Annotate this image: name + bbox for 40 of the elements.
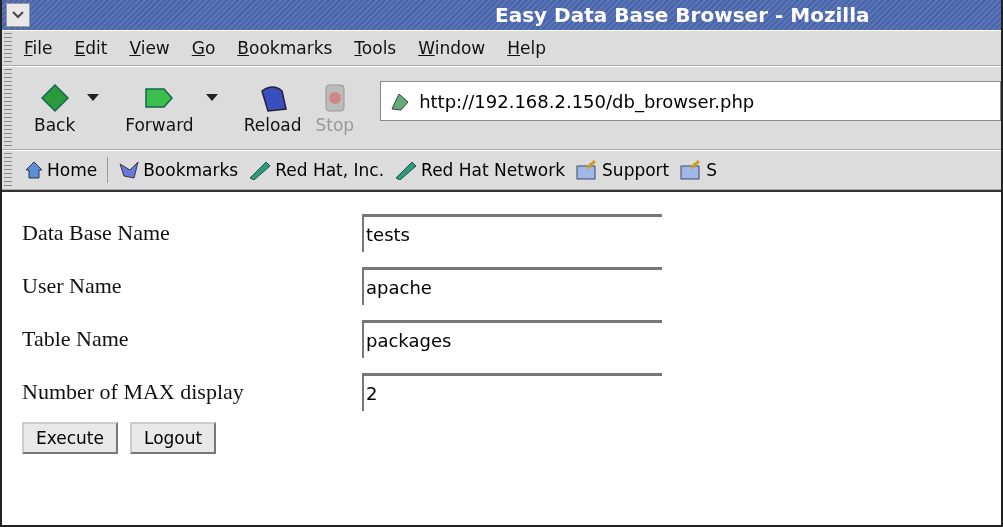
form-button[interactable]: Logout bbox=[130, 422, 217, 454]
field-label: Data Base Name bbox=[22, 219, 171, 246]
bookmark-item[interactable]: Bookmarks bbox=[118, 160, 239, 180]
menu-item[interactable]: View bbox=[129, 38, 170, 58]
toolbar-grip[interactable] bbox=[4, 69, 12, 147]
address-field[interactable]: http://192.168.2.150/db_browser.php bbox=[380, 81, 1001, 121]
dropdown-arrow-icon[interactable] bbox=[205, 94, 218, 102]
menu-item[interactable]: Tools bbox=[354, 38, 397, 58]
field-label: Table Name bbox=[22, 325, 130, 352]
toolbar-grip[interactable] bbox=[4, 153, 12, 187]
house-icon bbox=[24, 160, 44, 180]
nav-button[interactable]: Forward bbox=[121, 81, 198, 135]
field-label: User Name bbox=[22, 272, 123, 299]
menu-item[interactable]: File bbox=[24, 38, 53, 58]
menu-item[interactable]: Go bbox=[191, 38, 216, 58]
window-menu-button[interactable] bbox=[6, 3, 30, 27]
bookmarks-icon bbox=[118, 160, 141, 180]
toolbar-grip[interactable] bbox=[4, 33, 12, 63]
form-button[interactable]: Execute bbox=[22, 422, 118, 454]
text-field[interactable]: tests bbox=[362, 213, 662, 252]
text-field[interactable]: 2 bbox=[362, 372, 662, 411]
text-field[interactable]: packages bbox=[362, 319, 662, 358]
menu-item[interactable]: Window bbox=[418, 38, 486, 58]
nav-button[interactable]: Reload bbox=[239, 81, 306, 135]
window-title: Easy Data Base Browser - Mozilla bbox=[495, 3, 870, 27]
text-field[interactable]: apache bbox=[362, 266, 662, 305]
bookmark-item[interactable]: Home bbox=[24, 160, 98, 180]
nav-button[interactable]: Back bbox=[30, 81, 80, 135]
bookmark-item[interactable]: S bbox=[679, 160, 718, 180]
bookmark-item[interactable]: Red Hat Network bbox=[394, 160, 566, 180]
bookmark-item[interactable]: Red Hat, Inc. bbox=[248, 160, 385, 180]
menu-item[interactable]: Bookmarks bbox=[237, 38, 333, 58]
pen-icon bbox=[394, 160, 419, 180]
pen-icon bbox=[248, 160, 273, 180]
chevron-down-icon bbox=[11, 10, 25, 20]
dropdown-arrow-icon[interactable] bbox=[87, 94, 100, 102]
bookmark-item[interactable]: Support bbox=[575, 160, 670, 180]
field-label: Number of MAX display bbox=[22, 378, 245, 405]
menu-item[interactable]: Help bbox=[507, 38, 547, 58]
menu-item[interactable]: Edit bbox=[74, 38, 108, 58]
